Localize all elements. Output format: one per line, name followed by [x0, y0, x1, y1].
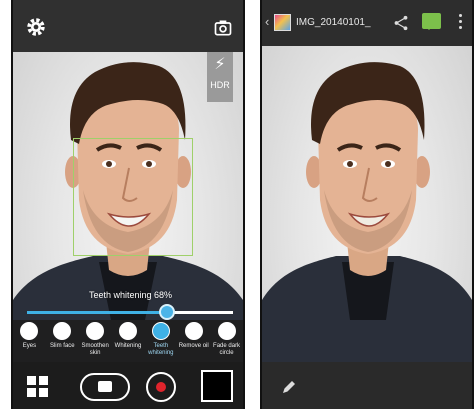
teeth-whitening-slider[interactable]: [27, 304, 233, 320]
tool-eyes[interactable]: Eyes: [13, 322, 45, 350]
tool-label: Fade dark circle: [213, 343, 241, 356]
camera-screen: ⚡ HDR Teeth whitening 68% Eyes Slim face S…: [11, 0, 245, 409]
share-icon[interactable]: [392, 14, 410, 32]
pencil-icon[interactable]: [280, 378, 298, 396]
tool-fade-dark-circle[interactable]: Fade dark circle: [211, 322, 243, 357]
tool-label: Smoothen skin: [81, 343, 109, 356]
grid-icon[interactable]: [27, 376, 49, 398]
camera-icon: [98, 381, 112, 392]
message-icon[interactable]: [422, 13, 441, 30]
hdr-toggle[interactable]: HDR: [207, 80, 233, 90]
record-button[interactable]: [146, 372, 176, 402]
person-photo: [262, 62, 472, 409]
slider-thumb[interactable]: [159, 304, 176, 320]
gallery-screen: ‹ IMG_20140101_: [260, 0, 474, 409]
tool-slim-face[interactable]: Slim face: [46, 322, 78, 350]
tool-remove-oil[interactable]: Remove oil: [178, 322, 210, 350]
back-chevron-icon[interactable]: ‹: [265, 14, 269, 29]
gallery-bottom-bar: [262, 362, 472, 409]
tool-teeth-whitening[interactable]: Teeth whitening: [145, 322, 177, 357]
tool-smoothen-skin[interactable]: Smoothen skin: [79, 322, 111, 357]
face-detection-box: [73, 138, 193, 256]
beauty-tools-bar: Eyes Slim face Smoothen skin Whitening Teeth…: [13, 320, 243, 362]
switch-camera-icon[interactable]: [213, 18, 233, 38]
tool-label: Whitening: [114, 343, 142, 349]
tool-label: Slim face: [49, 343, 75, 349]
slim-face-icon: [53, 322, 72, 340]
camera-top-bar: [13, 0, 243, 52]
smoothen-skin-icon: [86, 322, 105, 340]
flash-icon[interactable]: ⚡: [207, 56, 233, 74]
tool-label: Eyes: [22, 343, 37, 349]
camera-bottom-bar: [13, 362, 243, 409]
whitening-icon: [119, 322, 137, 340]
record-dot-icon: [156, 382, 166, 392]
slider-label: Teeth whitening 68%: [89, 290, 173, 300]
file-name: IMG_20140101_: [296, 17, 371, 28]
eye-icon: [20, 322, 39, 340]
gallery-thumbnail[interactable]: [201, 370, 233, 402]
tool-label: Teeth whitening: [148, 343, 174, 356]
dark-circle-icon: [217, 322, 236, 340]
photo-shutter-button[interactable]: [80, 373, 130, 401]
slider-fill: [27, 311, 168, 314]
tool-whitening[interactable]: Whitening: [112, 322, 144, 350]
overflow-menu-icon[interactable]: [459, 14, 463, 32]
gallery-app-icon[interactable]: [274, 14, 291, 31]
teeth-icon: [151, 322, 170, 340]
gallery-top-bar: ‹ IMG_20140101_: [262, 0, 472, 46]
settings-gear-icon[interactable]: [25, 16, 47, 38]
side-controls: ⚡ HDR: [207, 52, 233, 102]
tool-label: Remove oil: [178, 343, 209, 349]
drop-icon: [184, 322, 203, 340]
